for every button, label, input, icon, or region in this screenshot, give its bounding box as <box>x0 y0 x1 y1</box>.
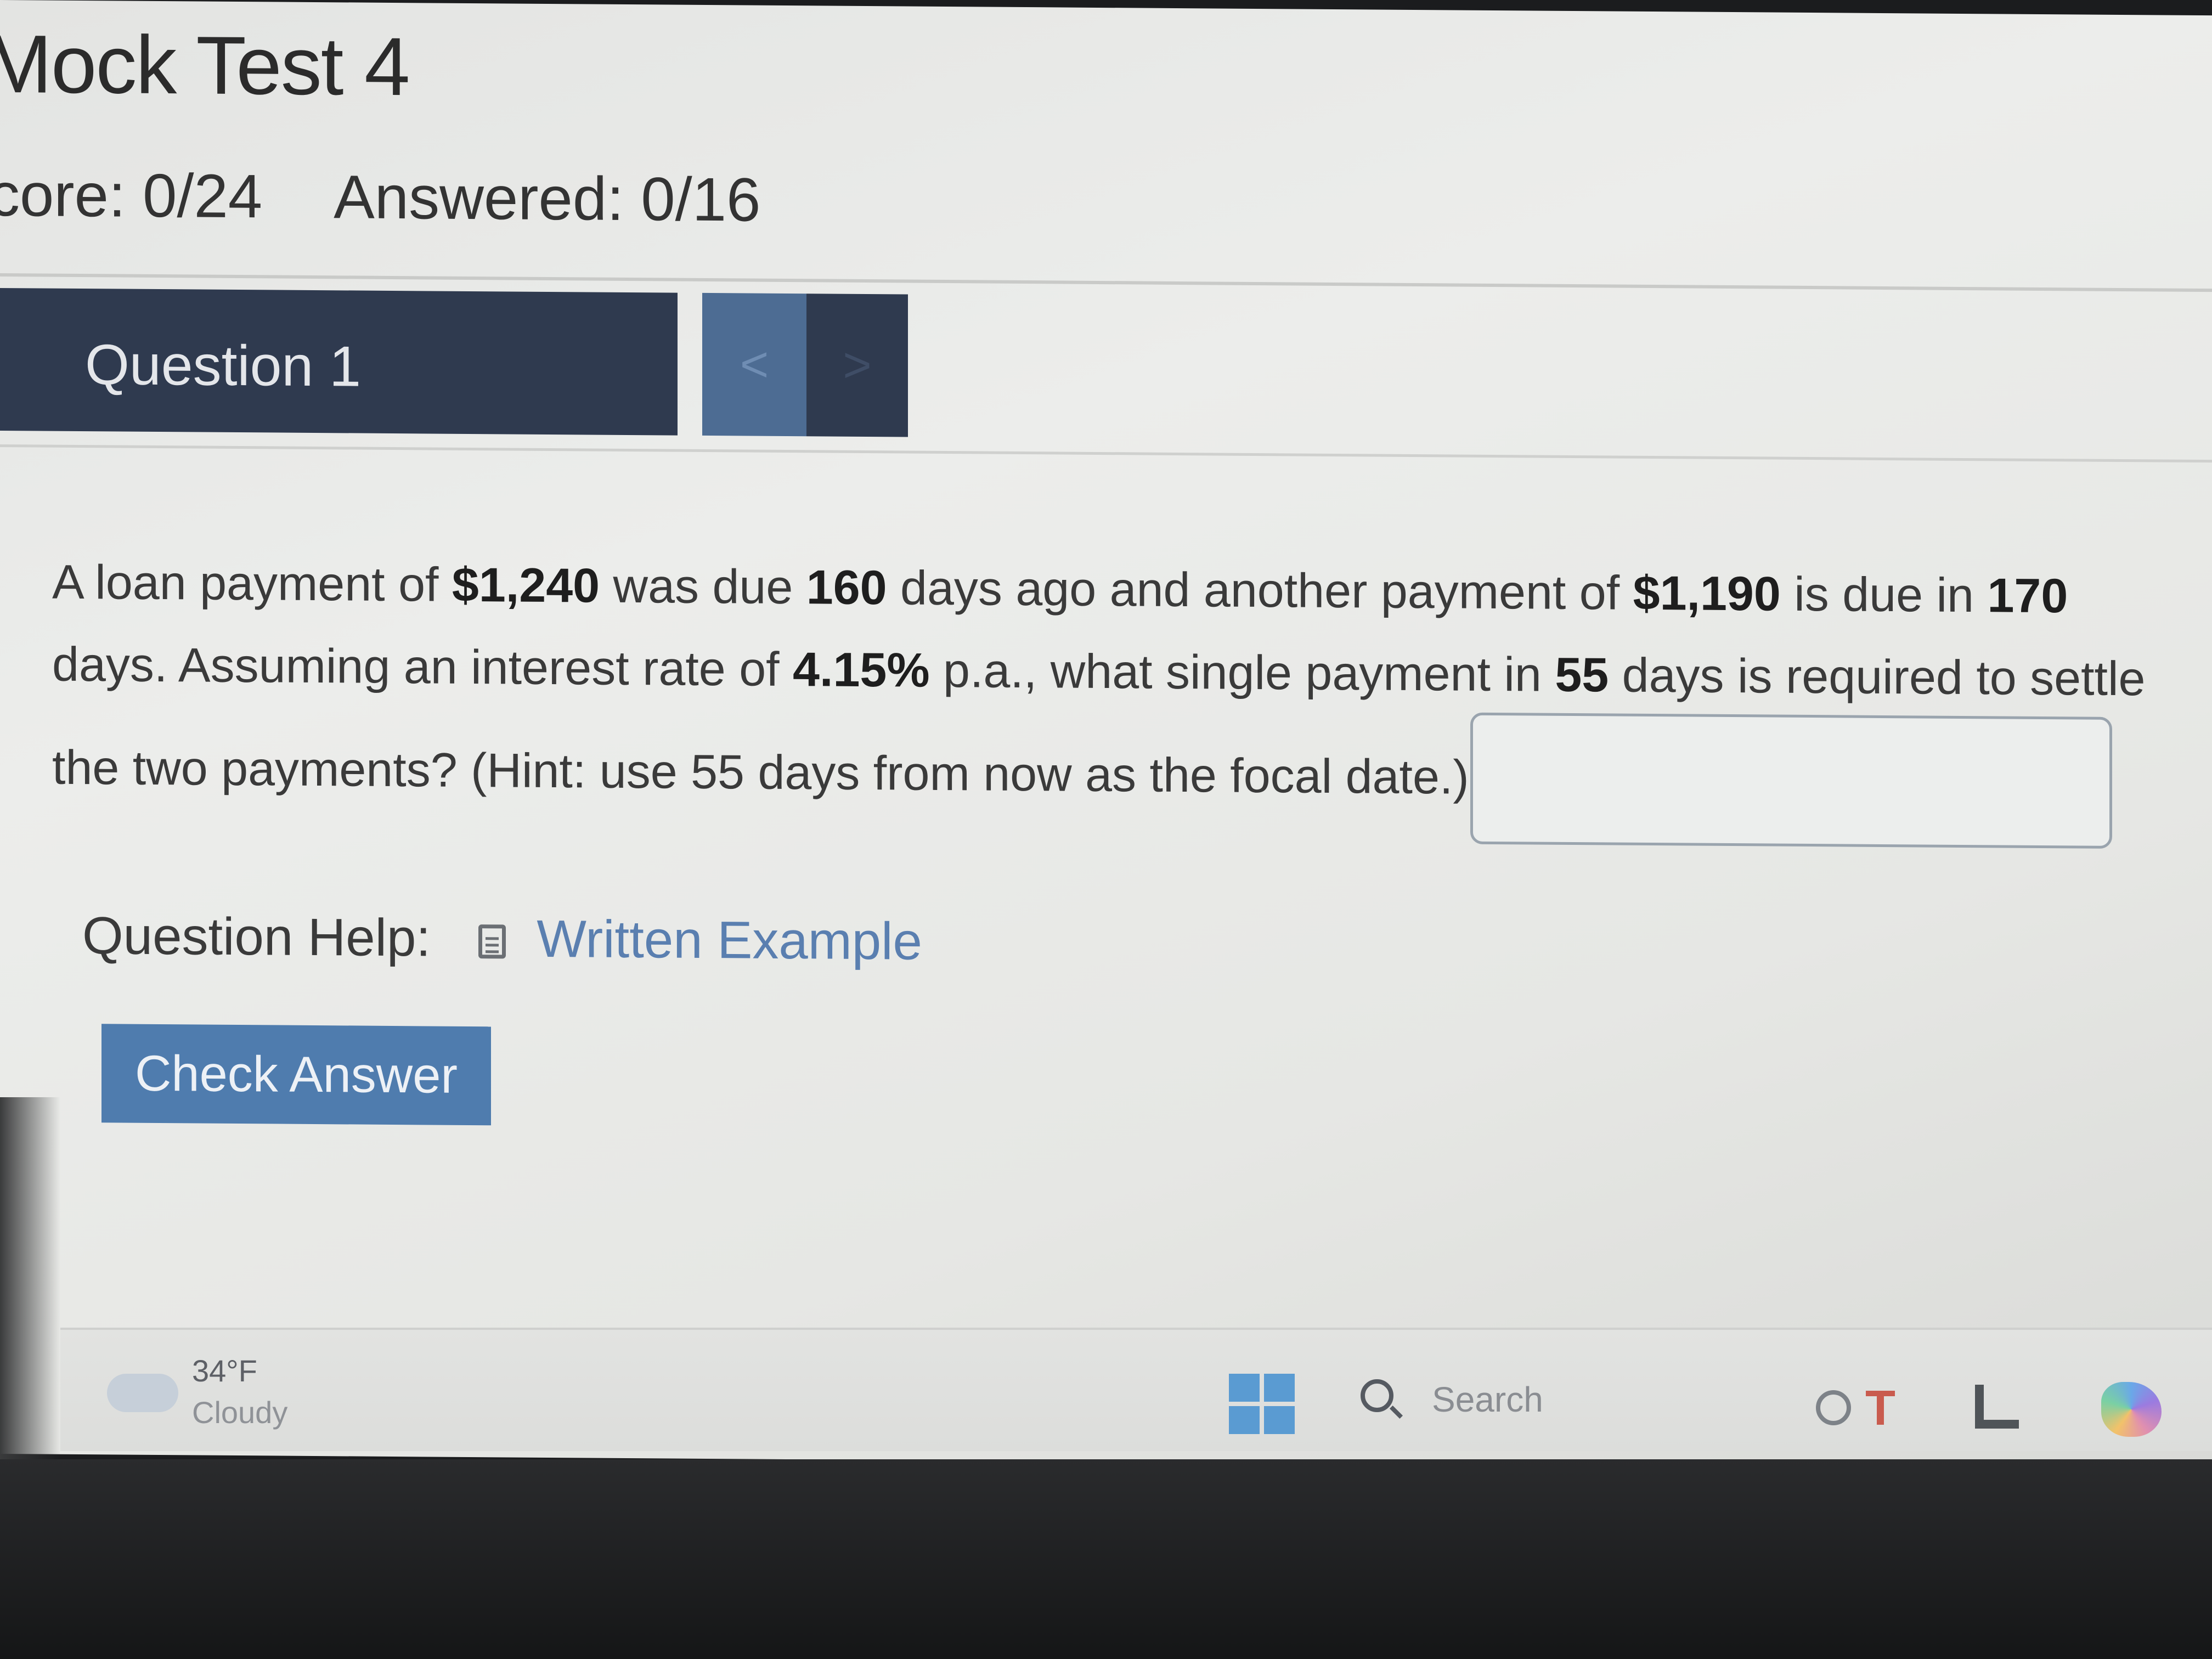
text: p.a., what single payment in <box>929 642 1555 702</box>
days-3: 55 <box>1555 647 1609 702</box>
search-icon[interactable] <box>1361 1379 1393 1412</box>
days-2: 170 <box>1987 568 2068 623</box>
question-selector-label: Question 1 <box>85 333 361 399</box>
previous-question-button[interactable]: < <box>702 292 806 437</box>
text: A loan payment of <box>52 554 452 612</box>
score-summary: core: 0/24 Answered: 0/16 <box>0 159 832 236</box>
score-text: core: 0/24 <box>0 160 263 231</box>
text: was due <box>600 558 806 614</box>
question-help-label: Question Help: <box>82 906 431 968</box>
question-help: Question Help: Written Example <box>82 906 922 972</box>
question-line-2: days. Assuming an interest rate of 4.15%… <box>52 637 2146 706</box>
text: days is required to settle <box>1609 647 2146 706</box>
amount-1: $1,240 <box>452 557 600 613</box>
check-answer-button[interactable]: Check Answer <box>101 1024 491 1126</box>
weather-condition[interactable]: Cloudy <box>192 1395 287 1430</box>
screen-edge-shadow <box>0 1097 60 1459</box>
app-l-icon[interactable] <box>1975 1385 2019 1429</box>
written-example-link[interactable]: Written Example <box>537 910 922 971</box>
page-title: Mock Test 4 <box>0 17 409 113</box>
taskbar: 34°F Cloudy Search T <box>60 1328 2212 1451</box>
amount-2: $1,190 <box>1633 565 1781 621</box>
chevron-left-icon: < <box>740 336 769 392</box>
nav-divider <box>0 444 2212 463</box>
weather-temperature[interactable]: 34°F <box>192 1353 257 1389</box>
next-question-button[interactable]: > <box>806 294 908 437</box>
header-divider <box>0 273 2212 292</box>
question-line-1: A loan payment of $1,240 was due 160 day… <box>52 555 2068 623</box>
weather-icon[interactable] <box>107 1374 178 1412</box>
document-icon <box>478 924 506 959</box>
text: is due in <box>1780 566 1988 623</box>
taskbar-search[interactable]: Search <box>1432 1379 1543 1420</box>
interest-rate: 4.15% <box>793 642 930 697</box>
copilot-icon[interactable] <box>2101 1382 2162 1437</box>
days-1: 160 <box>806 560 887 615</box>
text: days ago and another payment of <box>887 560 1633 620</box>
chevron-right-icon: > <box>843 337 872 393</box>
text: days. Assuming an interest rate of <box>52 636 793 697</box>
browser-screen: Mock Test 4 core: 0/24 Answered: 0/16 Que… <box>0 0 2212 1470</box>
question-selector[interactable]: Question 1 <box>0 288 678 436</box>
app-t-icon[interactable]: T <box>1865 1384 1898 1433</box>
laptop-bezel <box>0 1459 2212 1659</box>
answered-text: Answered: 0/16 <box>334 162 761 234</box>
clock-icon[interactable] <box>1816 1390 1851 1425</box>
answer-input[interactable] <box>1470 712 2112 849</box>
windows-start-icon[interactable] <box>1229 1374 1295 1434</box>
